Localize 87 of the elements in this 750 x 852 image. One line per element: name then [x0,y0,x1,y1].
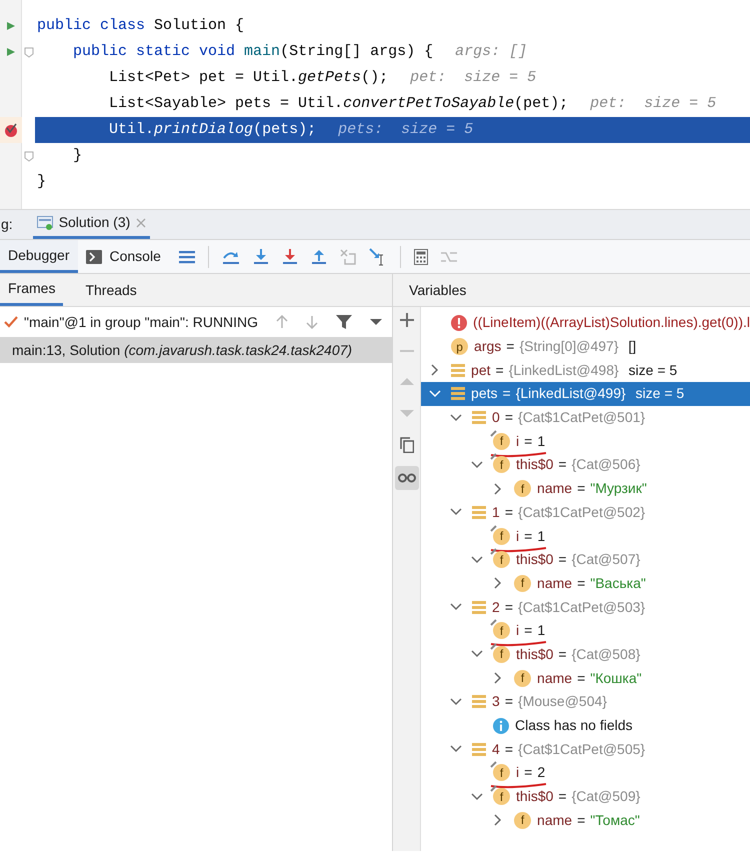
info-icon [493,718,510,734]
expanded-chevron-icon[interactable] [450,412,462,424]
code-line: public class Solution { [37,16,244,36]
code-line: public static void main(String[] args) { [72,42,434,62]
fold-marker-icon [24,150,34,162]
variable-entry[interactable]: name = "Мурзик" [537,478,647,500]
variables-title: Variables [409,280,466,300]
field-badge: f [493,528,510,545]
run-icon [6,47,16,57]
thread-label[interactable]: "main"@1 in group "main": RUNNING [24,312,270,332]
error-message[interactable]: ((LineItem)((ArrayList)Solution.lines).get(0)).l [473,312,750,334]
field-badge: f [514,670,532,687]
parameter-badge: p [451,338,468,356]
variable-entry[interactable]: i = 2 [516,762,546,784]
variable-entry[interactable]: 2 = {Cat$1CatPet@503} [492,596,646,618]
expanded-chevron-icon[interactable] [429,388,442,400]
inline-value-hint: pet: size = 5 [590,94,716,114]
debug-tab[interactable]: Debugger [0,240,78,273]
variable-entry[interactable]: 4 = {Cat$1CatPet@505} [492,738,646,760]
variable-entry[interactable]: 1 = {Cat$1CatPet@502} [492,502,646,523]
field-badge: f [493,456,510,474]
dropdown-icon[interactable] [370,318,382,326]
field-badge: f [514,812,532,829]
panel-tab[interactable]: Frames [0,274,64,306]
expanded-chevron-icon[interactable] [471,790,484,803]
variable-entry[interactable]: this$0 = {Cat@508} [516,644,640,665]
checkmark-icon [4,316,18,328]
list-icon [451,362,466,378]
list-icon [472,600,486,615]
list-icon [472,742,486,757]
field-badge: f [493,551,510,568]
filter-icon[interactable] [336,314,352,330]
inline-value-hint: pets: size = 5 [338,120,474,140]
glasses-icon [398,473,416,483]
force-step-into-icon[interactable] [282,248,298,264]
code-line: List<Pet> pet = Util.getPets(); [108,68,388,88]
code-line: } [72,146,82,166]
breakpoint-icon [4,123,18,137]
stack-frame-row[interactable]: main:13, Solution (com.javarush.task.task24.task2407) [0,337,392,363]
info-message[interactable]: Class has no fields [515,715,633,736]
error-icon [451,314,468,331]
expanded-chevron-icon[interactable] [471,458,484,471]
field-badge: f [514,574,532,592]
inline-value-hint: pet: size = 5 [410,68,536,88]
variable-entry[interactable]: pet = {LinkedList@498} size = 5 [471,360,678,381]
list-icon [451,386,466,402]
run-icon [6,21,16,31]
variable-entry[interactable]: i = 1 [516,526,546,547]
code-line: } [37,172,46,192]
field-badge: f [493,764,510,782]
variable-entry[interactable]: name = "Томас" [537,810,640,831]
list-icon [472,410,486,426]
expanded-chevron-icon[interactable] [450,696,462,708]
glasses-button[interactable] [394,466,419,490]
calculator-icon[interactable] [414,248,428,264]
inline-value-hint: args: [] [455,42,528,62]
panel-tab[interactable]: Threads [77,274,145,306]
variable-entry[interactable]: 3 = {Mouse@504} [492,691,607,712]
expanded-chevron-icon[interactable] [471,554,484,566]
code-line: List<Sayable> pets = Util.convertPetToSayable(pet); [108,94,568,114]
step-out-icon[interactable] [310,248,327,264]
variable-entry[interactable]: name = "Кошка" [537,668,642,689]
field-badge: f [493,788,510,806]
debug-label: g: [0,215,14,234]
debug-tab[interactable]: Console [78,240,169,273]
variable-entry[interactable]: i = 1 [516,430,546,452]
variable-entry[interactable]: 0 = {Cat$1CatPet@501} [492,407,646,428]
variable-entry[interactable]: this$0 = {Cat@507} [516,549,640,570]
variable-entry[interactable]: i = 1 [516,620,546,642]
console-window-icon [36,214,53,230]
step-into-icon[interactable] [252,248,269,264]
list-icon [472,694,486,710]
variable-entry[interactable]: args = {String[0]@497} [] [474,336,636,358]
terminal-icon [86,250,102,264]
copy-icon[interactable] [400,437,414,453]
fold-marker-icon [24,46,34,58]
add-icon[interactable] [400,313,414,327]
frames-list-icon[interactable] [178,250,195,264]
variable-entry[interactable]: this$0 = {Cat@506} [516,454,640,476]
field-badge: f [493,432,510,450]
variable-entry[interactable]: name = "Васька" [537,572,646,594]
variable-entry[interactable]: this$0 = {Cat@509} [516,786,640,808]
code-line: Util.printDialog(pets); [108,120,316,140]
field-badge: f [514,480,532,498]
field-badge: f [493,646,510,663]
list-icon [472,504,486,520]
field-badge: f [493,622,510,640]
